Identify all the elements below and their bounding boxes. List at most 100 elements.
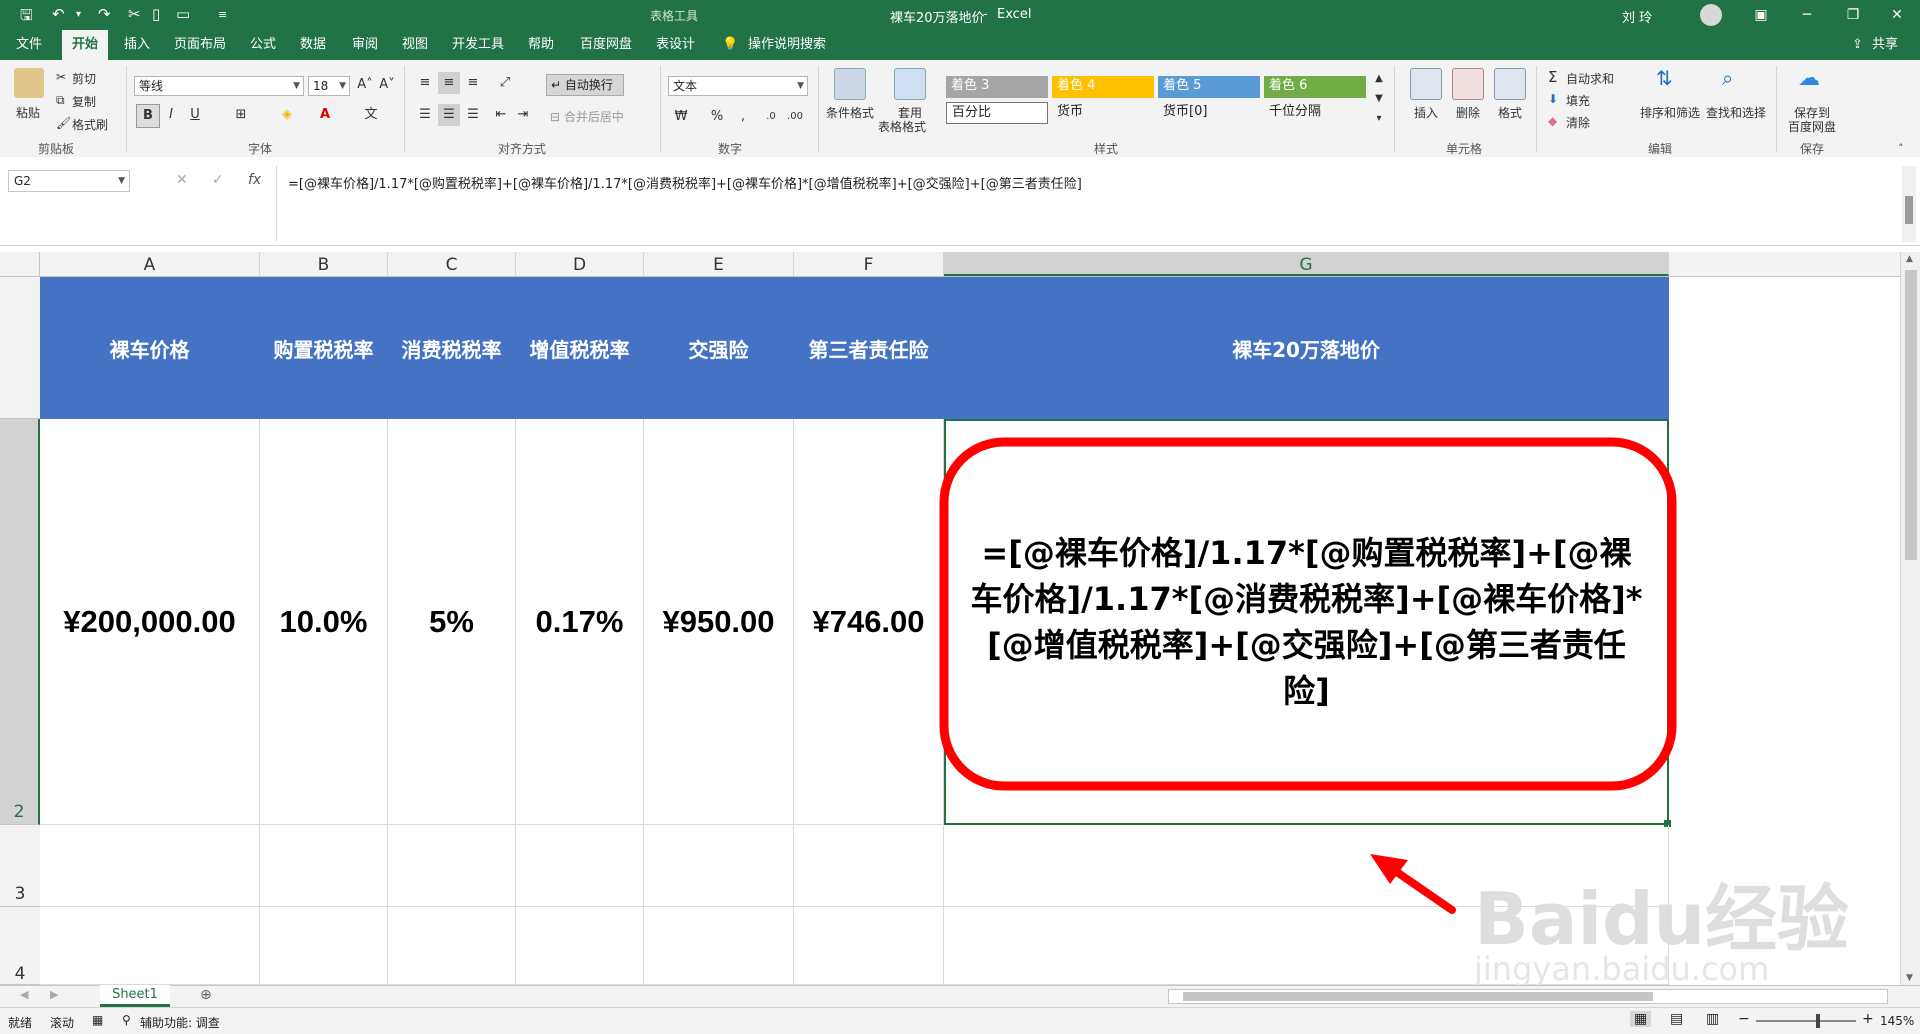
zoom-slider-thumb[interactable] <box>1816 1014 1820 1028</box>
header-cell-d1[interactable]: 增值税税率 <box>516 277 644 419</box>
formula-input[interactable]: =[@裸车价格]/1.17*[@购置税税率]+[@裸车价格]/1.17*[@消费… <box>288 173 1082 192</box>
minimize-icon[interactable]: ─ <box>1784 0 1830 30</box>
tab-page-layout[interactable]: 页面布局 <box>174 30 226 60</box>
page-break-view-icon[interactable]: ▥ <box>1706 1011 1719 1027</box>
add-sheet-icon[interactable]: ⊕ <box>200 987 212 1003</box>
align-center-icon[interactable]: ☰ <box>438 104 460 126</box>
style-currency[interactable]: 货币 <box>1052 102 1154 124</box>
header-cell-b1[interactable]: 购置税税率 <box>260 277 388 419</box>
fill-icon[interactable]: ⬇ <box>1548 92 1558 106</box>
cut-button[interactable]: 剪切 <box>72 70 96 87</box>
value-cell-f2[interactable]: ¥746.00 <box>794 419 944 825</box>
sort-filter-button[interactable]: 排序和筛选 <box>1640 104 1700 121</box>
tab-help[interactable]: 帮助 <box>528 30 554 60</box>
undo-icon[interactable]: ↶ <box>52 5 65 23</box>
header-cell-e1[interactable]: 交强险 <box>644 277 794 419</box>
underline-button[interactable]: U <box>184 104 206 126</box>
column-header-e[interactable]: E <box>644 252 794 276</box>
empty-cell[interactable] <box>644 825 794 907</box>
value-cell-c2[interactable]: 5% <box>388 419 516 825</box>
align-bottom-icon[interactable]: ≡ <box>462 72 484 94</box>
align-left-icon[interactable]: ☰ <box>414 104 436 126</box>
tab-table-design[interactable]: 表设计 <box>656 30 695 60</box>
prev-sheet-icon[interactable]: ◀ <box>20 988 28 1001</box>
zoom-in-icon[interactable]: + <box>1862 1011 1874 1027</box>
decrease-decimal-icon[interactable]: .00 <box>784 106 806 128</box>
column-header-b[interactable]: B <box>260 252 388 276</box>
customize-qat-icon[interactable]: ≡ <box>218 8 227 21</box>
ribbon-display-icon[interactable]: ▣ <box>1738 0 1784 30</box>
format-as-table-line2[interactable]: 表格格式 <box>878 118 926 135</box>
style-accent5[interactable]: 着色 5 <box>1158 76 1260 98</box>
copy-icon[interactable]: ⧉ <box>56 93 65 108</box>
autosum-button[interactable]: 自动求和 <box>1566 70 1614 87</box>
value-cell-d2[interactable]: 0.17% <box>516 419 644 825</box>
copy-button[interactable]: 复制 <box>72 93 96 110</box>
wrap-text-button[interactable]: ↵ 自动换行 <box>546 74 624 96</box>
zoom-slider[interactable] <box>1756 1014 1856 1028</box>
tab-data[interactable]: 数据 <box>300 30 326 60</box>
zoom-out-icon[interactable]: − <box>1738 1011 1750 1027</box>
decrease-indent-icon[interactable]: ⇤ <box>490 104 512 126</box>
accessibility-icon[interactable]: ⚲ <box>122 1013 131 1027</box>
page-layout-view-icon[interactable]: ▤ <box>1670 1011 1683 1027</box>
conditional-format-icon[interactable] <box>834 68 866 100</box>
tab-home[interactable]: 开始 <box>62 30 109 60</box>
align-right-icon[interactable]: ☰ <box>462 104 484 126</box>
zoom-level[interactable]: 145% <box>1880 1014 1914 1028</box>
percent-button[interactable]: % <box>706 106 728 128</box>
phonetic-icon[interactable]: 文 <box>360 104 382 126</box>
header-cell-f1[interactable]: 第三者责任险 <box>794 277 944 419</box>
share-icon[interactable]: ⇪ <box>1852 30 1863 60</box>
styles-scroll-up-icon[interactable]: ▲ <box>1368 68 1390 90</box>
border-icon[interactable]: ⊞ <box>230 104 252 126</box>
empty-cell[interactable] <box>516 825 644 907</box>
row-header-3[interactable]: 3 <box>0 825 40 907</box>
macro-record-icon[interactable]: ▦ <box>92 1013 103 1027</box>
select-all-corner[interactable] <box>0 252 40 276</box>
styles-more-icon[interactable]: ▾ <box>1368 108 1390 130</box>
vertical-scroll-thumb[interactable] <box>1905 270 1917 560</box>
empty-cell[interactable] <box>388 907 516 985</box>
currency-icon[interactable]: ₩ <box>670 106 692 128</box>
avatar[interactable] <box>1700 4 1722 26</box>
new-file-icon[interactable]: ▯ <box>152 5 160 23</box>
style-comma[interactable]: 千位分隔 <box>1264 102 1366 124</box>
delete-cells-button[interactable]: 删除 <box>1456 104 1480 121</box>
vertical-scrollbar[interactable]: ▲ ▼ <box>1900 252 1920 985</box>
empty-cell[interactable] <box>644 907 794 985</box>
tab-formulas[interactable]: 公式 <box>250 30 276 60</box>
fill-color-icon[interactable]: ◈ <box>276 104 298 126</box>
increase-font-icon[interactable]: A˄ <box>354 74 376 96</box>
empty-cell[interactable] <box>794 907 944 985</box>
restore-icon[interactable]: ❐ <box>1830 0 1876 30</box>
align-top-icon[interactable]: ≡ <box>414 72 436 94</box>
undo-dropdown-icon[interactable]: ▾ <box>76 9 81 20</box>
style-currency0[interactable]: 货币[0] <box>1158 102 1260 124</box>
header-cell-a1[interactable]: 裸车价格 <box>40 277 260 419</box>
tab-review[interactable]: 审阅 <box>352 30 378 60</box>
value-cell-a2[interactable]: ¥200,000.00 <box>40 419 260 825</box>
next-sheet-icon[interactable]: ▶ <box>50 988 58 1001</box>
close-icon[interactable]: ✕ <box>1874 0 1920 30</box>
format-painter-button[interactable]: 格式刷 <box>72 116 108 133</box>
cut-icon[interactable]: ✂ <box>128 5 141 23</box>
normal-view-icon[interactable]: ▦ <box>1630 1011 1652 1027</box>
sort-filter-icon[interactable]: ⇅ <box>1656 66 1673 90</box>
row-header-2[interactable]: 2 <box>0 419 40 825</box>
format-cells-icon[interactable] <box>1494 68 1526 100</box>
share-button[interactable]: 共享 <box>1872 30 1898 60</box>
autosum-icon[interactable]: Σ <box>1548 68 1557 86</box>
enter-icon[interactable]: ✓ <box>212 172 224 188</box>
horizontal-scroll-thumb[interactable] <box>1183 992 1653 1001</box>
format-painter-icon[interactable]: 🖌 <box>56 116 71 130</box>
name-box[interactable]: G2 ▼ <box>8 170 130 192</box>
tab-view[interactable]: 视图 <box>402 30 428 60</box>
sheet-tab-sheet1[interactable]: Sheet1 <box>100 985 170 1007</box>
tell-me-search[interactable]: 操作说明搜索 <box>748 30 826 60</box>
insert-function-button[interactable]: fx <box>248 172 261 188</box>
format-as-table-icon[interactable] <box>894 68 926 100</box>
accessibility-status[interactable]: 辅助功能: 调查 <box>140 1014 220 1031</box>
paste-button[interactable]: 粘贴 <box>16 104 40 121</box>
cut-icon[interactable]: ✂ <box>56 70 66 84</box>
